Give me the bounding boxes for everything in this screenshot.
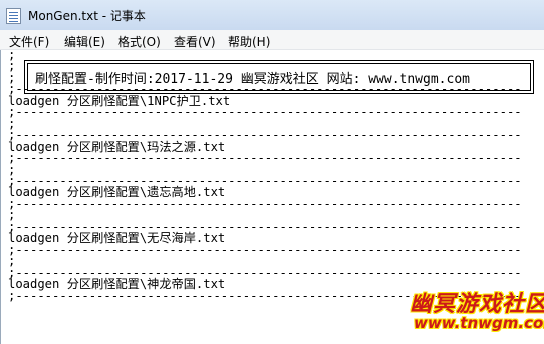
text-line: ;---------------------------------------… [8,151,522,166]
menu-file[interactable]: 文件(F) [9,33,49,50]
text-line: ;---------------------------------------… [8,105,522,120]
menu-help[interactable]: 帮助(H) [228,33,270,50]
watermark-url: www.tnwgm.com [414,314,544,332]
header-text: 刷怪配置-制作时间:2017-11-29 幽冥游戏社区 网站: www.tnwg… [33,68,472,87]
menu-format[interactable]: 格式(O) [118,33,161,50]
text-line: ;---------------------------------------… [8,196,522,211]
window-title: MonGen.txt - 记事本 [28,9,146,23]
title-bar[interactable]: MonGen.txt - 记事本 [0,0,544,30]
menu-edit[interactable]: 编辑(E) [64,33,105,50]
menu-bar: 文件(F) 编辑(E) 格式(O) 查看(V) 帮助(H) [0,30,544,50]
notepad-icon [6,8,21,24]
text-line: ;---------------------------------------… [8,242,522,257]
header-box: 刷怪配置-制作时间:2017-11-29 幽冥游戏社区 网站: www.tnwg… [24,60,534,94]
menu-view[interactable]: 查看(V) [174,33,216,50]
